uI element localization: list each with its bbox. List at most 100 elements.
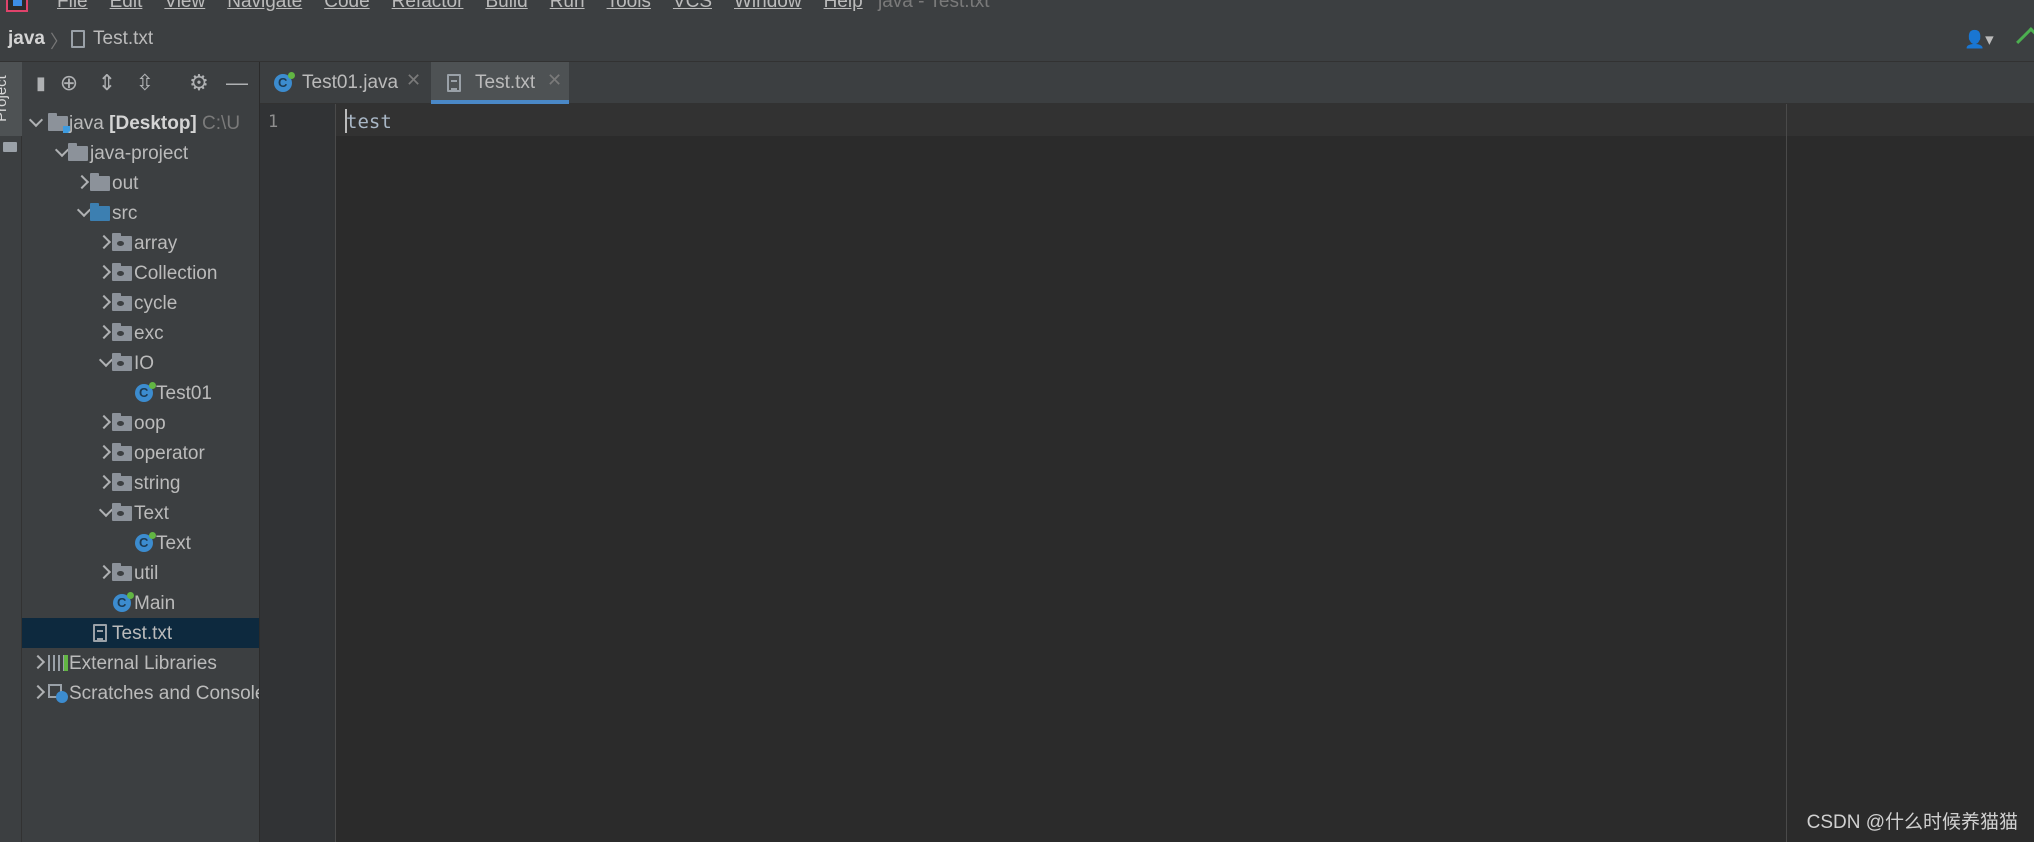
menu-run[interactable]: Run — [550, 0, 585, 13]
expanded-arrow-icon[interactable] — [56, 145, 68, 157]
package-icon — [112, 443, 132, 461]
collapsed-arrow-icon[interactable] — [100, 295, 112, 307]
menu-bar: File Edit View Navigate Code Refactor Bu… — [0, 0, 2034, 18]
collapsed-arrow-icon[interactable] — [78, 175, 90, 187]
project-toolbar: ▮ ⊕ ⇕ ⇳ ⚙ — — [22, 62, 259, 104]
tree-item-out[interactable]: out — [22, 168, 259, 198]
tree-item-label: array — [134, 233, 178, 254]
package-icon — [112, 263, 132, 281]
menu-navigate[interactable]: Navigate — [227, 0, 302, 13]
main-menu: File Edit View Navigate Code Refactor Bu… — [57, 0, 885, 13]
tree-item-exc[interactable]: exc — [22, 318, 259, 348]
text-file-icon — [447, 74, 461, 92]
collapsed-arrow-icon[interactable] — [34, 685, 46, 697]
close-icon[interactable]: ✕ — [547, 70, 562, 91]
menu-help[interactable]: Help — [824, 0, 863, 13]
menu-window[interactable]: Window — [734, 0, 802, 13]
tree-item-label: Collection — [134, 263, 218, 284]
editor-content[interactable]: test — [346, 111, 392, 133]
collapsed-arrow-icon[interactable] — [100, 475, 112, 487]
tree-item-external-libraries[interactable]: External Libraries — [22, 648, 259, 678]
tree-item-label: cycle — [134, 293, 178, 314]
project-panel: ▮ ⊕ ⇕ ⇳ ⚙ — java [Desktop] C:\U java-pro… — [22, 62, 259, 842]
expanded-arrow-icon[interactable] — [78, 205, 90, 217]
tab-label: Test01.java — [302, 72, 399, 93]
breadcrumb-file[interactable]: Test.txt — [93, 28, 153, 50]
locate-file-icon[interactable]: ⊕ — [56, 70, 82, 96]
tree-item-util[interactable]: util — [22, 558, 259, 588]
tree-item-src[interactable]: src — [22, 198, 259, 228]
code-editor[interactable]: test — [336, 104, 2034, 842]
tab-test-txt[interactable]: Test.txt ✕ — [431, 62, 569, 104]
collapsed-arrow-icon[interactable] — [100, 325, 112, 337]
tree-item-oop[interactable]: oop — [22, 408, 259, 438]
package-icon — [112, 293, 132, 311]
collapsed-arrow-icon[interactable] — [100, 565, 112, 577]
tree-item-test01[interactable]: Test01 — [22, 378, 259, 408]
collapsed-arrow-icon[interactable] — [100, 445, 112, 457]
close-icon[interactable]: ✕ — [406, 70, 421, 91]
gear-icon[interactable]: ⚙ — [186, 70, 212, 96]
tree-item-array[interactable]: array — [22, 228, 259, 258]
tree-item-cycle[interactable]: cycle — [22, 288, 259, 318]
expanded-arrow-icon[interactable] — [100, 355, 112, 367]
collapsed-arrow-icon[interactable] — [34, 655, 46, 667]
collapsed-arrow-icon[interactable] — [100, 265, 112, 277]
project-tree: java [Desktop] C:\U java-project out src — [22, 108, 259, 708]
tab-label: Test.txt — [475, 72, 536, 93]
tree-item-label: Test01 — [156, 383, 212, 404]
vcs-update-icon[interactable] — [2016, 27, 2034, 54]
tab-test01-java[interactable]: Test01.java ✕ — [260, 62, 430, 104]
collapsed-arrow-icon[interactable] — [100, 415, 112, 427]
tree-item-label: util — [134, 563, 159, 584]
window-title: java - Test.txt — [878, 0, 990, 12]
hide-panel-icon[interactable]: — — [224, 70, 250, 96]
tree-item-main[interactable]: Main — [22, 588, 259, 618]
package-icon — [112, 233, 132, 251]
source-folder-icon — [90, 203, 110, 221]
project-folder-icon — [48, 113, 70, 133]
line-number: 1 — [268, 112, 279, 132]
menu-vcs[interactable]: VCS — [673, 0, 712, 13]
menu-tools[interactable]: Tools — [607, 0, 651, 13]
tree-item-label: Main — [134, 593, 176, 614]
breadcrumb-separator-icon: 〉 — [50, 32, 68, 52]
tree-item-text-class[interactable]: Text — [22, 528, 259, 558]
project-view-icon[interactable]: ▮ — [28, 70, 54, 96]
menu-build[interactable]: Build — [485, 0, 527, 13]
tree-item-label: java-project — [90, 143, 189, 164]
folder-icon — [3, 142, 17, 152]
tree-item-io[interactable]: IO — [22, 348, 259, 378]
expanded-arrow-icon[interactable] — [100, 505, 112, 517]
package-icon — [112, 503, 132, 521]
tree-item-label: src — [112, 203, 138, 224]
scratches-icon — [48, 684, 68, 703]
tree-item-scratches[interactable]: Scratches and Consoles — [22, 678, 259, 708]
java-class-icon — [135, 382, 156, 402]
text-caret — [345, 109, 347, 133]
tree-item-string[interactable]: string — [22, 468, 259, 498]
menu-edit[interactable]: Edit — [110, 0, 143, 13]
tree-item-label: Text — [156, 533, 191, 554]
tree-item-java-root[interactable]: java [Desktop] C:\U — [22, 108, 259, 138]
menu-refactor[interactable]: Refactor — [392, 0, 464, 13]
menu-code[interactable]: Code — [324, 0, 369, 13]
tree-item-collection[interactable]: Collection — [22, 258, 259, 288]
collapsed-arrow-icon[interactable] — [100, 235, 112, 247]
menu-view[interactable]: View — [164, 0, 205, 13]
tree-item-test-txt[interactable]: Test.txt — [22, 618, 259, 648]
tree-item-operator[interactable]: operator — [22, 438, 259, 468]
breadcrumb-project[interactable]: java — [8, 28, 45, 50]
collapse-all-icon[interactable]: ⇳ — [132, 70, 158, 96]
user-account-icon[interactable]: 👤▾ — [1964, 30, 1998, 50]
expand-all-icon[interactable]: ⇕ — [94, 70, 120, 96]
project-tool-window-tab[interactable]: Project — [0, 62, 22, 136]
expanded-arrow-icon[interactable] — [30, 115, 42, 127]
tree-item-text-package[interactable]: Text — [22, 498, 259, 528]
tree-item-java-project[interactable]: java-project — [22, 138, 259, 168]
tree-item-label: IO — [134, 353, 155, 374]
tree-item-label: out — [112, 173, 139, 194]
text-file-icon — [93, 624, 107, 642]
folder-icon — [90, 173, 110, 191]
menu-file[interactable]: File — [57, 0, 88, 13]
